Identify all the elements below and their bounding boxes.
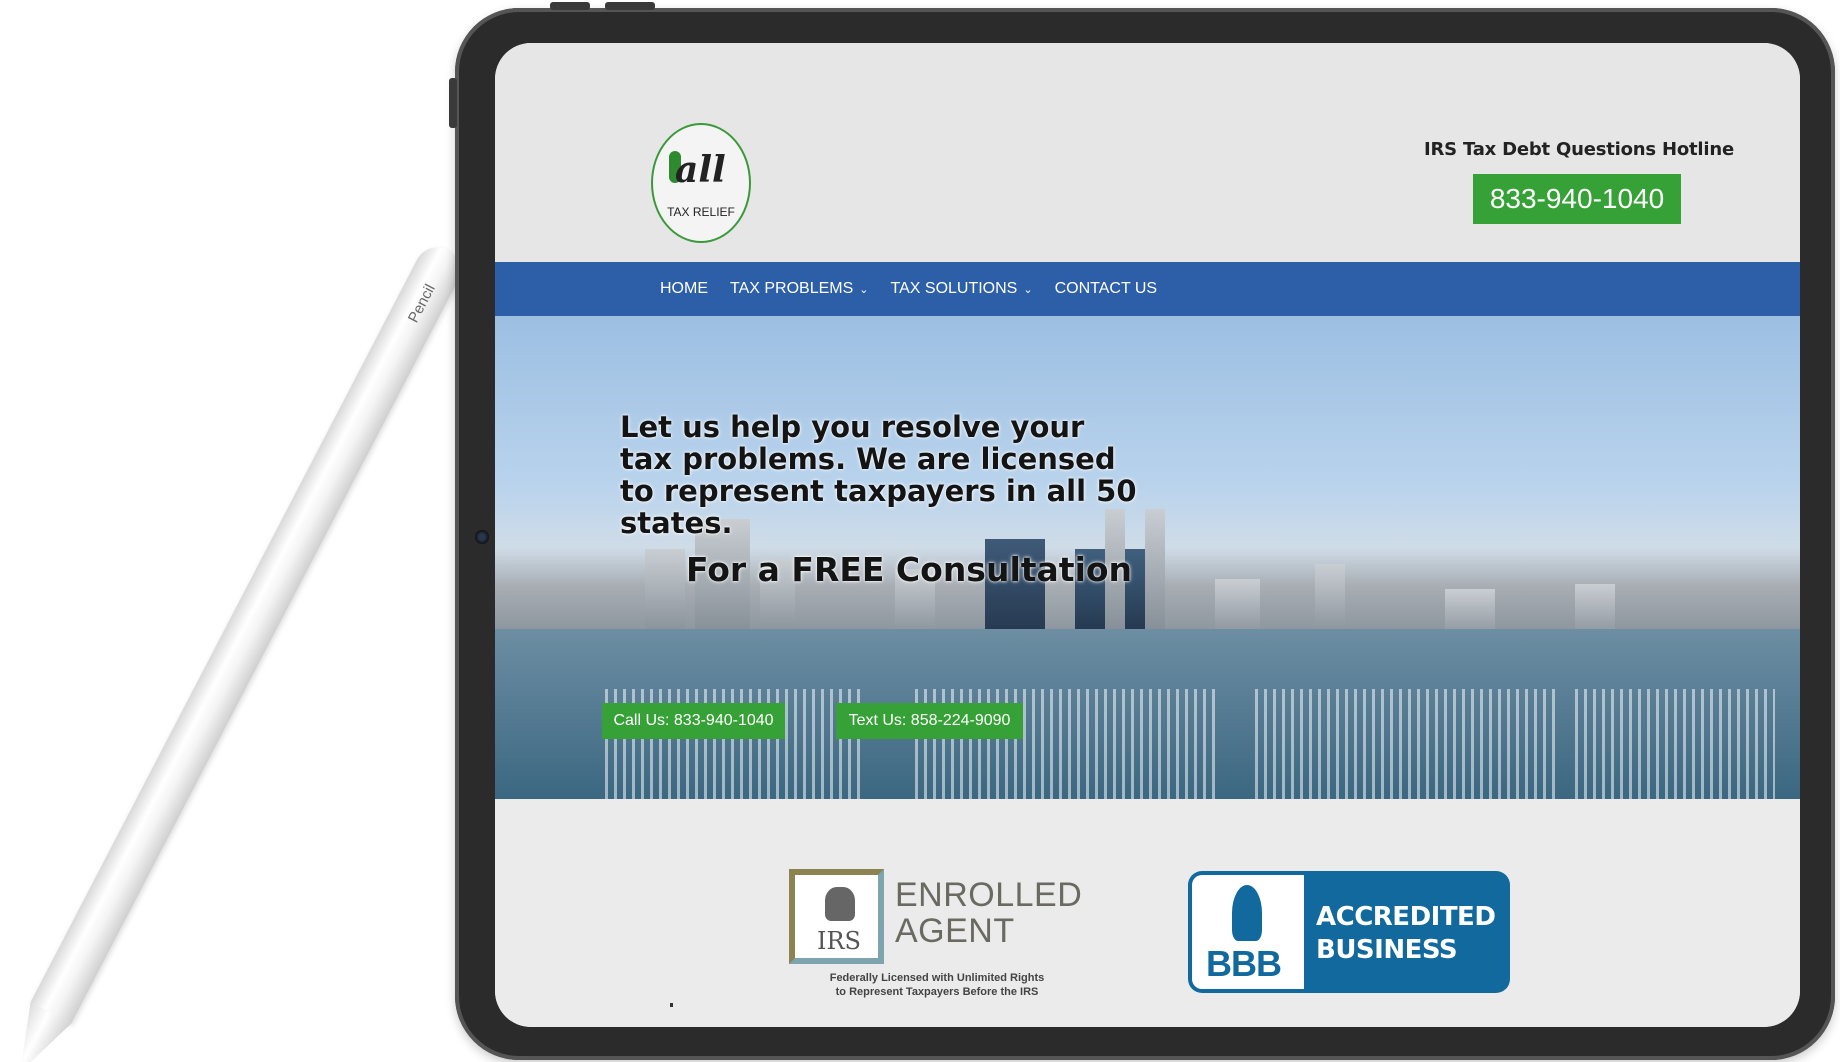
chevron-down-icon: ⌄ xyxy=(859,283,869,296)
call-us-button[interactable]: Call Us: 833-940-1040 xyxy=(602,703,785,739)
nav-item-tax-problems[interactable]: TAX PROBLEMS ⌄ xyxy=(730,280,869,298)
ea-title-line1: ENROLLED xyxy=(895,876,1083,914)
side-button xyxy=(449,78,457,128)
nav-item-label: CONTACT US xyxy=(1054,280,1158,297)
ipad-frame: all TAX RELIEF IRS Tax Debt Questions Ho… xyxy=(449,2,1835,1060)
ea-title-line2: AGENT xyxy=(895,912,1015,950)
nav-items: HOME TAX PROBLEMS ⌄ TAX SOLUTIONS ⌄ CONT… xyxy=(660,262,1157,316)
nav-item-label: TAX SOLUTIONS xyxy=(890,280,1018,297)
top-button-2 xyxy=(605,2,655,10)
screen: all TAX RELIEF IRS Tax Debt Questions Ho… xyxy=(495,43,1800,1027)
irs-mark-text: IRS xyxy=(817,927,861,955)
nav-item-tax-solutions[interactable]: TAX SOLUTIONS ⌄ xyxy=(891,280,1033,298)
pencil-tip xyxy=(3,1002,72,1062)
bbb-mark-text: BBB xyxy=(1206,943,1282,984)
enrolled-agent-badge: IRS ENROLLED AGENT Federally Licensed wi… xyxy=(789,869,1089,1019)
bbb-text: ACCREDITED BUSINESS xyxy=(1316,901,1496,967)
logo-script: all xyxy=(675,149,726,191)
pencil-label: Pencil xyxy=(404,281,439,326)
torch-icon xyxy=(1232,885,1262,941)
hero-section: Let us help you resolve your tax problem… xyxy=(495,316,1800,799)
logo-tagline: TAX RELIEF xyxy=(667,205,735,219)
site-header: all TAX RELIEF IRS Tax Debt Questions Ho… xyxy=(495,43,1800,262)
eagle-icon xyxy=(825,887,855,921)
bbb-logo: BBB xyxy=(1192,875,1304,989)
mockup-stage: Pencil all TAX RELIEF IRS Tax Debt Quest… xyxy=(0,0,1840,1062)
enrolled-agent-subtitle: Federally Licensed with Unlimited Rights… xyxy=(817,971,1057,999)
ea-subtitle-line2: to Represent Taxpayers Before the IRS xyxy=(835,986,1039,998)
apple-pencil: Pencil xyxy=(30,239,469,1023)
nav-item-label: HOME xyxy=(660,280,708,297)
hero-consultation: For a FREE Consultation xyxy=(686,550,1133,589)
hotline-label: IRS Tax Debt Questions Hotline xyxy=(1423,139,1734,160)
site-logo[interactable]: all TAX RELIEF xyxy=(651,123,751,243)
ea-subtitle-line1: Federally Licensed with Unlimited Rights xyxy=(829,972,1045,984)
main-nav: HOME TAX PROBLEMS ⌄ TAX SOLUTIONS ⌄ CONT… xyxy=(495,262,1800,316)
bbb-line1: ACCREDITED xyxy=(1316,902,1496,932)
nav-item-label: TAX PROBLEMS xyxy=(730,280,854,297)
top-button xyxy=(550,2,590,10)
chevron-down-icon: ⌄ xyxy=(1023,283,1033,296)
bbb-accredited-badge: BBB ACCREDITED BUSINESS xyxy=(1188,871,1510,993)
enrolled-agent-title: ENROLLED AGENT xyxy=(895,877,1082,949)
text-us-button[interactable]: Text Us: 858-224-9090 xyxy=(836,703,1023,739)
bbb-line2: BUSINESS xyxy=(1316,935,1458,965)
nav-item-contact-us[interactable]: CONTACT US xyxy=(1055,280,1158,298)
nav-item-home[interactable]: HOME xyxy=(660,280,708,298)
irs-seal-icon: IRS xyxy=(789,869,884,964)
mouse-cursor-icon xyxy=(670,1003,673,1007)
hero-headline: Let us help you resolve your tax problem… xyxy=(620,410,1137,540)
front-camera-icon xyxy=(475,530,489,544)
hotline-phone-button[interactable]: 833-940-1040 xyxy=(1473,174,1681,224)
credentials-section: IRS ENROLLED AGENT Federally Licensed wi… xyxy=(495,799,1800,1027)
